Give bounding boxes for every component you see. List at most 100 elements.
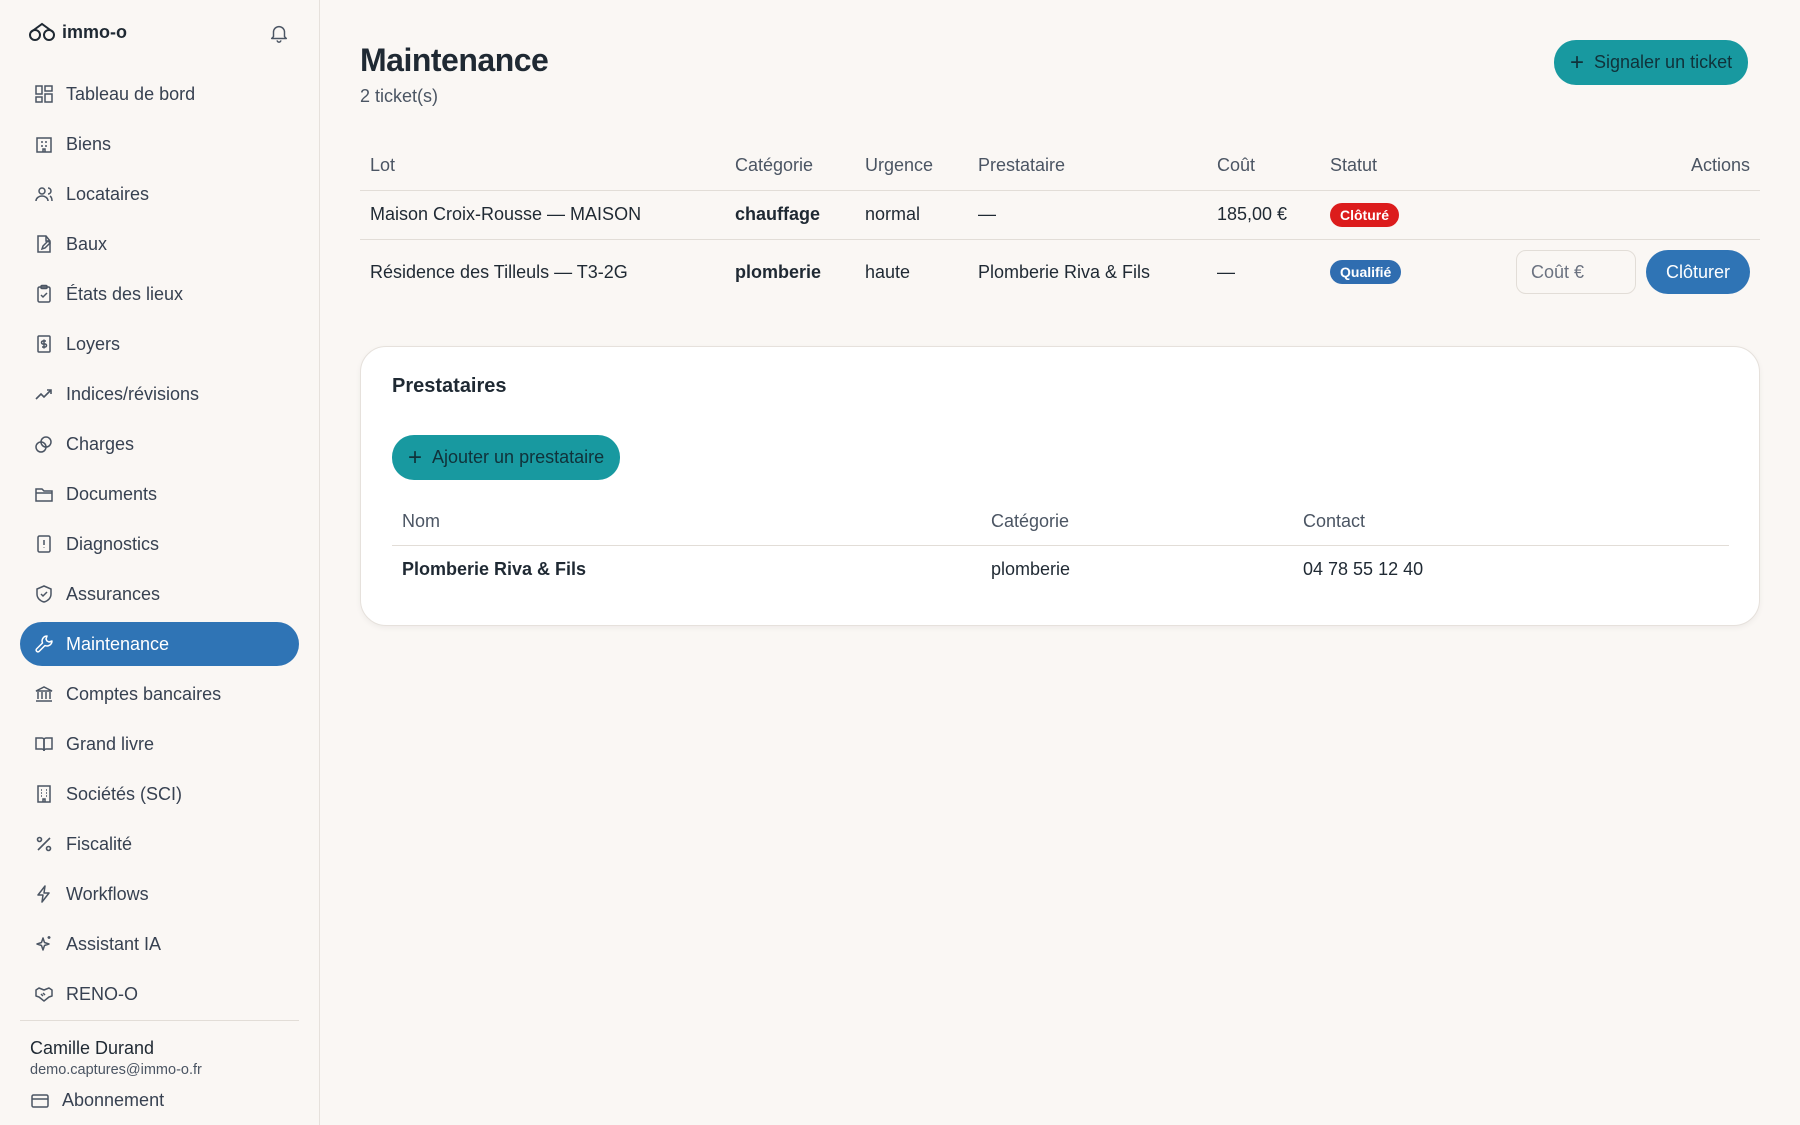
ticket-provider: — [968,190,1207,240]
bell-icon[interactable] [268,22,290,44]
table-row[interactable]: Résidence des Tilleuls — T3-2G plomberie… [360,239,1760,305]
sidebar-item-workflows[interactable]: Workflows [20,872,299,916]
ticket-count: 2 ticket(s) [360,86,439,106]
ticket-category: chauffage [725,190,855,240]
sidebar-item-assistant-ia[interactable]: Assistant IA [20,922,299,966]
table-row[interactable]: Plomberie Riva & Fils plomberie 04 78 55… [392,545,1729,593]
add-provider-button[interactable]: + Ajouter un prestataire [392,435,621,480]
column-header-provider[interactable]: Prestataire [968,142,1207,191]
alert-file-icon [37,535,51,553]
sidebar-item-assurances[interactable]: Assurances [20,572,299,616]
ticket-cost: — [1217,261,1235,282]
receipt-icon [37,335,51,353]
sidebar-item-label: Grand livre [66,733,155,754]
sidebar-item-label: Locataires [66,183,150,204]
ticket-status-cell: Qualifié [1320,239,1500,305]
sidebar-item-label: Loyers [66,333,121,354]
office-icon [37,785,51,803]
column-header-contact[interactable]: Contact [1293,499,1729,546]
clipboard-icon [37,284,51,303]
sidebar-item-etats-des-lieux[interactable]: États des lieux [20,272,299,316]
sidebar-item-grand-livre[interactable]: Grand livre [20,722,299,766]
table-row[interactable]: Maison Croix-Rousse — MAISON chauffage n… [360,190,1760,240]
sidebar-item-loyers[interactable]: Loyers [20,322,299,366]
ticket-urgency: haute [865,261,911,282]
providers-title: Prestataires [392,375,507,397]
sidebar-item-label: Fiscalité [66,833,133,854]
ticket-status-cell: Clôturé [1320,190,1500,240]
brand-logo[interactable]: immo-o [28,20,127,44]
sidebar-item-baux[interactable]: Baux [20,222,299,266]
status-badge: Clôturé [1330,202,1399,227]
user-name: Camille Durand [30,1038,155,1058]
sidebar-item-reno-o[interactable]: RENO-O [20,972,299,1016]
close-ticket-button[interactable]: Clôturer [1645,250,1750,295]
tickets-table: Lot Catégorie Urgence Prestataire Coût S… [360,142,1760,305]
users-icon [35,187,53,202]
file-edit-icon [37,235,52,253]
sidebar-item-societes[interactable]: Sociétés (SCI) [20,772,299,816]
credit-card-icon [31,1093,49,1108]
sidebar-item-label: Workflows [66,883,149,904]
cost-input[interactable] [1515,250,1636,295]
sidebar-item-maintenance[interactable]: Maintenance [20,622,299,666]
sidebar-item-label: Charges [66,433,135,454]
ticket-urgency: normal [855,190,968,240]
sidebar-item-label: Baux [66,233,108,254]
sidebar-item-charges[interactable]: Charges [20,422,299,466]
provider-contact: 04 78 55 12 40 [1303,558,1424,579]
page-title: Maintenance [360,42,549,78]
handshake-icon [35,987,53,1002]
sidebar-item-diagnostics[interactable]: Diagnostics [20,522,299,566]
column-header-lot[interactable]: Lot [360,142,725,191]
sidebar-item-dashboard[interactable]: Tableau de bord [20,72,299,116]
sidebar-item-indices[interactable]: Indices/révisions [20,372,299,416]
column-header-cost[interactable]: Coût [1207,142,1320,191]
sidebar-item-biens[interactable]: Biens [20,122,299,166]
report-ticket-button[interactable]: + Signaler un ticket [1554,40,1749,85]
sidebar-item-label: Sociétés (SCI) [66,783,183,804]
ticket-lot: Maison Croix-Rousse — MAISON [360,190,725,240]
plus-icon: + [1570,48,1585,76]
bank-icon [35,686,53,702]
sidebar-item-label: Assurances [66,583,161,604]
sidebar-item-comptes-bancaires[interactable]: Comptes bancaires [20,672,299,716]
dashboard-icon [35,85,53,103]
folder-icon [35,488,53,502]
sidebar: immo-o Tableau de bord Biens Locataires … [0,0,320,1125]
glasses-icon [29,22,55,41]
column-header-name[interactable]: Nom [392,499,981,546]
sidebar-item-label: États des lieux [66,283,184,304]
percent-icon [36,836,52,852]
sidebar-item-label: Diagnostics [66,533,160,554]
subscription-link[interactable]: Abonnement [30,1090,164,1111]
plus-icon: + [408,443,423,471]
table-header-row: Nom Catégorie Contact [392,499,1729,546]
ticket-actions [1500,190,1760,240]
providers-table: Nom Catégorie Contact Plomberie Riva & F… [392,499,1729,593]
user-email: demo.captures@immo-o.fr [30,1062,202,1078]
column-header-category[interactable]: Catégorie [981,499,1293,546]
ticket-actions: Clôturer [1500,239,1760,305]
wrench-icon [35,635,53,653]
ticket-cost: 185,00 € [1207,190,1320,240]
sidebar-item-documents[interactable]: Documents [20,472,299,516]
actions-group: Clôturer [1515,250,1750,295]
sidebar-item-label: Documents [66,483,158,504]
column-header-status[interactable]: Statut [1320,142,1500,191]
ticket-category: plomberie [735,261,822,282]
building-icon [36,137,52,153]
column-header-urgency[interactable]: Urgence [855,142,968,191]
subscription-label: Abonnement [62,1090,165,1110]
column-header-actions: Actions [1500,142,1760,191]
status-badge: Qualifié [1330,260,1402,285]
sidebar-item-label: Comptes bancaires [66,683,222,704]
shield-icon [36,585,52,603]
sidebar-item-label: Maintenance [66,633,170,654]
sidebar-item-label: Tableau de bord [66,83,196,104]
sidebar-item-locataires[interactable]: Locataires [20,172,299,216]
sidebar-item-label: Assistant IA [66,933,162,954]
column-header-category[interactable]: Catégorie [725,142,855,191]
ticket-lot: Résidence des Tilleuls — T3-2G [370,261,628,282]
sidebar-item-fiscalite[interactable]: Fiscalité [20,822,299,866]
